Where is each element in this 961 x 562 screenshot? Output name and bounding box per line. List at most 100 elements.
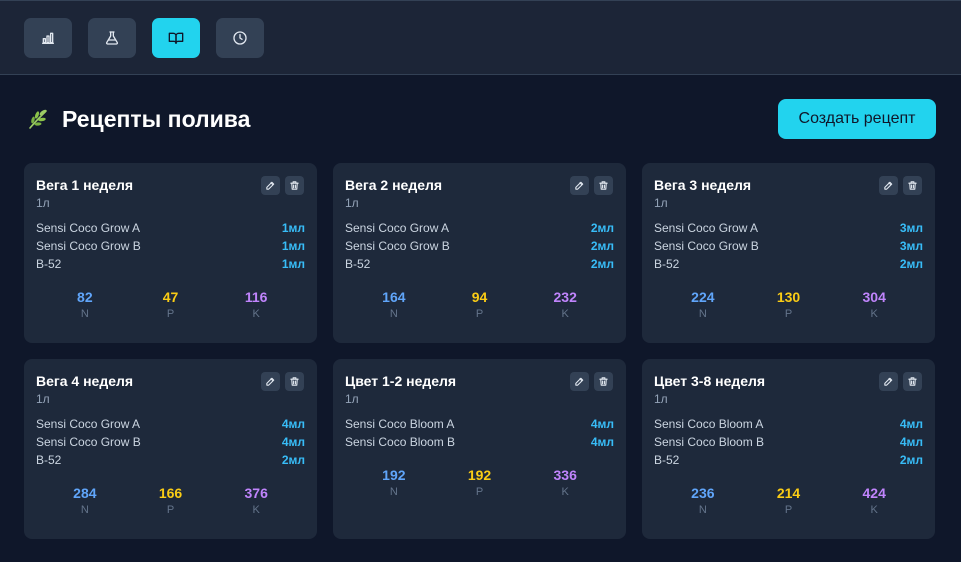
ingredient-amount: 3мл	[899, 221, 923, 235]
delete-recipe-button[interactable]	[903, 372, 922, 391]
p-label: P	[166, 504, 175, 516]
recipe-volume: 1л	[654, 196, 668, 210]
ingredient-list: Sensi Coco Bloom A 4мл Sensi Coco Bloom …	[345, 415, 614, 451]
edit-recipe-button[interactable]	[879, 176, 898, 195]
npk-p: 47 P	[128, 289, 214, 320]
ingredient-list: Sensi Coco Grow A 2мл Sensi Coco Grow B …	[345, 219, 614, 273]
npk-p: 130 P	[746, 289, 832, 320]
recipe-card: Вега 3 неделя 1л Sensi Coco Grow A 3мл S…	[642, 163, 935, 343]
npk-n: 224 N	[660, 289, 746, 320]
ingredient-amount: 2мл	[899, 453, 923, 467]
ingredient-amount: 4мл	[899, 435, 923, 449]
k-label: K	[252, 308, 260, 320]
ingredient-row: Sensi Coco Grow B 1мл	[36, 237, 305, 255]
delete-recipe-button[interactable]	[594, 372, 613, 391]
trash-icon	[598, 376, 609, 387]
npk-p: 166 P	[128, 485, 214, 516]
edit-icon	[883, 180, 894, 191]
ingredient-name: Sensi Coco Bloom B	[654, 435, 765, 449]
npk-summary: 284 N 166 P 376 K	[24, 485, 317, 516]
ingredient-amount: 2мл	[590, 257, 614, 271]
recipe-card: Цвет 1-2 неделя 1л Sensi Coco Bloom A 4м…	[333, 359, 626, 539]
npk-p: 94 P	[437, 289, 523, 320]
edit-recipe-button[interactable]	[570, 176, 589, 195]
ingredient-row: Sensi Coco Grow B 2мл	[345, 237, 614, 255]
delete-recipe-button[interactable]	[285, 372, 304, 391]
recipe-card: Вега 4 неделя 1л Sensi Coco Grow A 4мл S…	[24, 359, 317, 539]
edit-recipe-button[interactable]	[261, 176, 280, 195]
k-value: 424	[862, 485, 886, 501]
npk-n: 284 N	[42, 485, 128, 516]
ingredient-amount: 2мл	[590, 221, 614, 235]
trash-icon	[907, 376, 918, 387]
n-label: N	[80, 308, 89, 320]
edit-recipe-button[interactable]	[570, 372, 589, 391]
p-label: P	[784, 308, 793, 320]
npk-k: 232 K	[522, 289, 608, 320]
trash-icon	[289, 180, 300, 191]
recipe-actions	[570, 372, 613, 391]
npk-n: 82 N	[42, 289, 128, 320]
ingredient-amount: 4мл	[281, 435, 305, 449]
recipe-card: Вега 2 неделя 1л Sensi Coco Grow A 2мл S…	[333, 163, 626, 343]
delete-recipe-button[interactable]	[594, 176, 613, 195]
trash-icon	[598, 180, 609, 191]
p-label: P	[475, 486, 484, 498]
edit-icon	[574, 376, 585, 387]
nav-stats-button[interactable]	[24, 18, 72, 58]
edit-recipe-button[interactable]	[879, 372, 898, 391]
ingredient-name: B-52	[654, 453, 680, 467]
recipe-title: Вега 3 неделя	[654, 177, 752, 193]
create-recipe-button[interactable]: Создать рецепт	[778, 99, 936, 139]
delete-recipe-button[interactable]	[285, 176, 304, 195]
edit-recipe-button[interactable]	[261, 372, 280, 391]
k-label: K	[870, 504, 878, 516]
flask-icon	[105, 31, 119, 45]
ingredient-name: B-52	[345, 257, 371, 271]
recipe-actions	[261, 372, 304, 391]
npk-k: 336 K	[522, 467, 608, 498]
trash-icon	[907, 180, 918, 191]
nav-lab-button[interactable]	[88, 18, 136, 58]
delete-recipe-button[interactable]	[903, 176, 922, 195]
recipe-actions	[879, 372, 922, 391]
k-label: K	[870, 308, 878, 320]
npk-summary: 192 N 192 P 336 K	[333, 467, 626, 498]
recipe-volume: 1л	[345, 392, 359, 406]
recipe-title: Вега 1 неделя	[36, 177, 134, 193]
nav-history-button[interactable]	[216, 18, 264, 58]
ingredient-row: Sensi Coco Grow B 4мл	[36, 433, 305, 451]
bar-chart-icon	[42, 32, 54, 44]
ingredient-list: Sensi Coco Grow A 4мл Sensi Coco Grow B …	[36, 415, 305, 469]
k-value: 116	[244, 289, 268, 305]
ingredient-amount: 4мл	[590, 435, 614, 449]
recipe-volume: 1л	[36, 392, 50, 406]
ingredient-amount: 4мл	[899, 417, 923, 431]
npk-summary: 224 N 130 P 304 K	[642, 289, 935, 320]
ingredient-row: Sensi Coco Grow B 3мл	[654, 237, 923, 255]
ingredient-name: B-52	[654, 257, 680, 271]
nav-recipes-button[interactable]	[152, 18, 200, 58]
ingredient-list: Sensi Coco Grow A 3мл Sensi Coco Grow B …	[654, 219, 923, 273]
page-header: Рецепты полива	[26, 104, 250, 134]
n-value: 284	[73, 485, 97, 501]
npk-summary: 82 N 47 P 116 K	[24, 289, 317, 320]
recipe-volume: 1л	[654, 392, 668, 406]
ingredient-name: Sensi Coco Grow B	[654, 239, 759, 253]
ingredient-row: Sensi Coco Grow A 2мл	[345, 219, 614, 237]
n-value: 82	[77, 289, 93, 305]
ingredient-name: Sensi Coco Grow A	[36, 417, 141, 431]
ingredient-row: B-52 2мл	[654, 451, 923, 469]
p-label: P	[784, 504, 793, 516]
edit-icon	[265, 376, 276, 387]
ingredient-name: B-52	[36, 453, 62, 467]
edit-icon	[883, 376, 894, 387]
n-value: 164	[382, 289, 406, 305]
leaf-icon	[29, 109, 47, 129]
ingredient-row: Sensi Coco Bloom B 4мл	[345, 433, 614, 451]
ingredient-row: Sensi Coco Grow A 4мл	[36, 415, 305, 433]
clock-icon	[233, 31, 247, 45]
ingredient-row: Sensi Coco Bloom A 4мл	[345, 415, 614, 433]
ingredient-name: Sensi Coco Bloom B	[345, 435, 456, 449]
npk-summary: 164 N 94 P 232 K	[333, 289, 626, 320]
